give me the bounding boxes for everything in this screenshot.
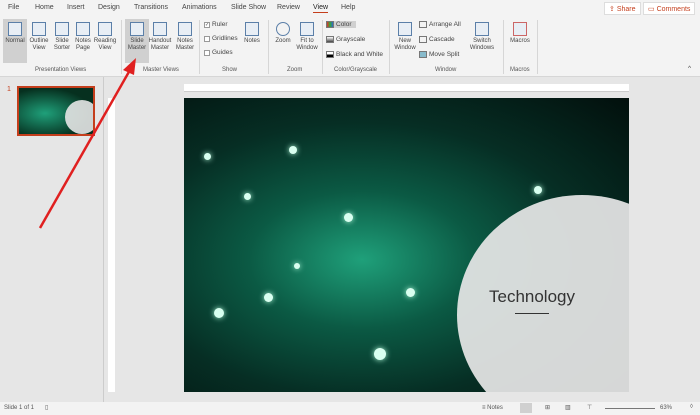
notes-toggle[interactable]: ≡ Notes bbox=[482, 405, 503, 411]
status-bar: Slide 1 of 1 ▯ ≡ Notes ⊞ ▥ ⊤ 63% ◊ bbox=[0, 402, 700, 415]
slide-sorter-icon[interactable]: ⊞ bbox=[545, 404, 550, 411]
slideshow-icon[interactable]: ⊤ bbox=[587, 404, 592, 411]
zoom-level[interactable]: 63% bbox=[660, 405, 672, 411]
slide-count: Slide 1 of 1 bbox=[4, 405, 35, 411]
reading-view-icon[interactable]: ▥ bbox=[565, 404, 571, 411]
normal-view-icon[interactable] bbox=[520, 403, 532, 413]
red-arrow-annotation bbox=[38, 58, 136, 229]
accessibility-icon[interactable]: ▯ bbox=[45, 404, 48, 411]
zoom-slider[interactable] bbox=[605, 408, 655, 409]
fit-slide-icon[interactable]: ◊ bbox=[690, 404, 693, 410]
